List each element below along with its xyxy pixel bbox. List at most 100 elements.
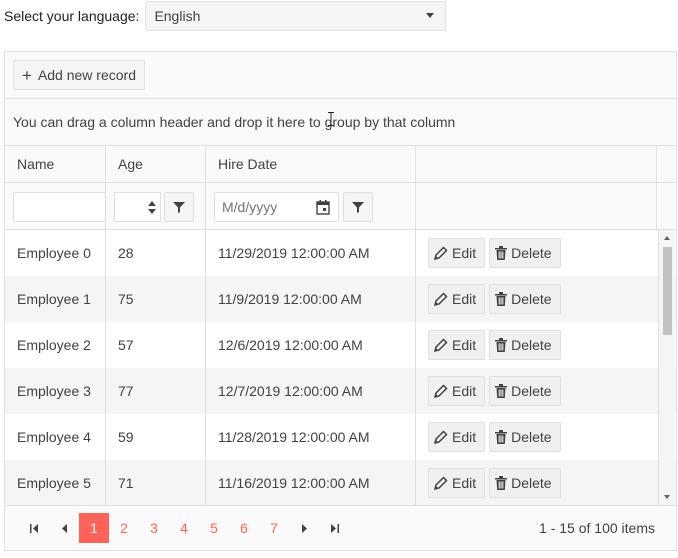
- delete-label: Delete: [511, 475, 552, 491]
- table-row[interactable]: Employee 0 28 11/29/2019 12:00:00 AM Edi…: [5, 230, 676, 276]
- page-number-button[interactable]: 7: [259, 513, 289, 543]
- delete-label: Delete: [511, 291, 552, 307]
- edit-button[interactable]: Edit: [428, 422, 486, 452]
- page-number-button[interactable]: 1: [79, 513, 109, 543]
- edit-label: Edit: [452, 475, 477, 491]
- cell-actions: Edit Delete: [416, 276, 657, 322]
- cell-actions: Edit Delete: [416, 322, 657, 368]
- vertical-scrollbar[interactable]: [658, 230, 675, 505]
- page-number-button[interactable]: 6: [229, 513, 259, 543]
- page-first-icon: [29, 523, 38, 533]
- scrollbar-thumb[interactable]: [663, 247, 672, 335]
- delete-button[interactable]: Delete: [489, 330, 561, 360]
- add-new-record-button[interactable]: + Add new record: [13, 60, 145, 90]
- page-prev-button[interactable]: [49, 513, 79, 543]
- page-next-button[interactable]: [289, 513, 319, 543]
- add-new-record-label: Add new record: [37, 67, 136, 83]
- pager-info: 1 - 15 of 100 items: [539, 520, 655, 536]
- delete-button[interactable]: Delete: [489, 376, 561, 406]
- cell-age: 77: [106, 368, 206, 414]
- header-scroll-spacer: [657, 146, 677, 182]
- page-last-button[interactable]: [319, 513, 349, 543]
- filter-cell-hire-date: M/d/yyyy: [206, 183, 416, 229]
- column-header-age[interactable]: Age: [106, 146, 206, 182]
- cell-hire-date: 12/6/2019 12:00:00 AM: [206, 322, 416, 368]
- edit-button[interactable]: Edit: [428, 468, 486, 498]
- language-dropdown[interactable]: English: [145, 0, 447, 31]
- name-filter-input[interactable]: [13, 192, 106, 222]
- edit-button[interactable]: Edit: [428, 284, 486, 314]
- column-header-name[interactable]: Name: [5, 146, 106, 182]
- table-row[interactable]: Employee 5 71 11/16/2019 12:00:00 AM Edi…: [5, 460, 676, 505]
- trash-icon: [495, 292, 508, 306]
- delete-label: Delete: [511, 383, 552, 399]
- delete-label: Delete: [511, 337, 552, 353]
- calendar-icon[interactable]: [316, 200, 330, 215]
- trash-icon: [495, 476, 508, 490]
- column-header-hire-date[interactable]: Hire Date: [206, 146, 416, 182]
- grid-body: Employee 0 28 11/29/2019 12:00:00 AM Edi…: [5, 230, 676, 505]
- plus-icon: +: [22, 65, 32, 85]
- delete-button[interactable]: Delete: [489, 422, 561, 452]
- cell-hire-date: 11/28/2019 12:00:00 AM: [206, 414, 416, 460]
- text-cursor-icon: [328, 112, 334, 126]
- trash-icon: [495, 430, 508, 444]
- cell-actions: Edit Delete: [416, 368, 657, 414]
- filter-cell-age: [106, 183, 206, 229]
- filter-cell-actions: [416, 183, 657, 229]
- edit-label: Edit: [452, 429, 477, 445]
- edit-label: Edit: [452, 337, 477, 353]
- caret-down-icon: [426, 13, 435, 18]
- cell-name: Employee 3: [5, 368, 106, 414]
- filter-scroll-spacer: [657, 183, 677, 229]
- filter-icon: [352, 202, 364, 213]
- grid-header: Name Age Hire Date: [5, 146, 676, 183]
- pencil-icon: [434, 384, 448, 398]
- language-selector-row: Select your language: English: [4, 0, 447, 31]
- language-label: Select your language:: [4, 7, 140, 24]
- age-filter-button[interactable]: [164, 192, 194, 222]
- edit-label: Edit: [452, 291, 477, 307]
- table-row[interactable]: Employee 4 59 11/28/2019 12:00:00 AM Edi…: [5, 414, 676, 460]
- cell-name: Employee 4: [5, 414, 106, 460]
- group-panel[interactable]: You can drag a column header and drop it…: [5, 99, 676, 146]
- page-number-button[interactable]: 4: [169, 513, 199, 543]
- edit-button[interactable]: Edit: [428, 330, 486, 360]
- spinner-down-icon[interactable]: [147, 208, 156, 214]
- table-row[interactable]: Employee 1 75 11/9/2019 12:00:00 AM Edit…: [5, 276, 676, 322]
- delete-button[interactable]: Delete: [489, 468, 561, 498]
- filter-icon: [173, 202, 185, 213]
- spinner-up-icon[interactable]: [147, 200, 156, 206]
- scroll-up-icon[interactable]: [664, 236, 670, 240]
- cell-age: 71: [106, 460, 206, 505]
- page-first-button[interactable]: [19, 513, 49, 543]
- page-number-button[interactable]: 5: [199, 513, 229, 543]
- cell-age: 75: [106, 276, 206, 322]
- edit-button[interactable]: Edit: [428, 238, 486, 268]
- page-number-button[interactable]: 2: [109, 513, 139, 543]
- delete-button[interactable]: Delete: [489, 238, 561, 268]
- trash-icon: [495, 384, 508, 398]
- hire-date-filter-input[interactable]: M/d/yyyy: [214, 192, 339, 222]
- hire-date-filter-button[interactable]: [343, 192, 373, 222]
- page-number-list: 1234567: [79, 513, 289, 543]
- column-header-actions: [416, 146, 657, 182]
- cell-age: 59: [106, 414, 206, 460]
- edit-button[interactable]: Edit: [428, 376, 486, 406]
- cell-actions: Edit Delete: [416, 414, 657, 460]
- pager: 1234567 1 - 15 of 100 items: [5, 505, 676, 550]
- pencil-icon: [434, 430, 448, 444]
- pencil-icon: [434, 292, 448, 306]
- pencil-icon: [434, 246, 448, 260]
- column-header-hire-date-label: Hire Date: [218, 156, 278, 172]
- scroll-down-icon[interactable]: [664, 495, 670, 499]
- age-filter-input[interactable]: [114, 192, 161, 222]
- cell-name: Employee 2: [5, 322, 106, 368]
- table-row[interactable]: Employee 2 57 12/6/2019 12:00:00 AM Edit…: [5, 322, 676, 368]
- page-number-button[interactable]: 3: [139, 513, 169, 543]
- column-header-name-label: Name: [17, 156, 55, 172]
- cell-name: Employee 0: [5, 230, 106, 276]
- delete-button[interactable]: Delete: [489, 284, 561, 314]
- table-row[interactable]: Employee 3 77 12/7/2019 12:00:00 AM Edit…: [5, 368, 676, 414]
- page-prev-icon: [61, 523, 67, 533]
